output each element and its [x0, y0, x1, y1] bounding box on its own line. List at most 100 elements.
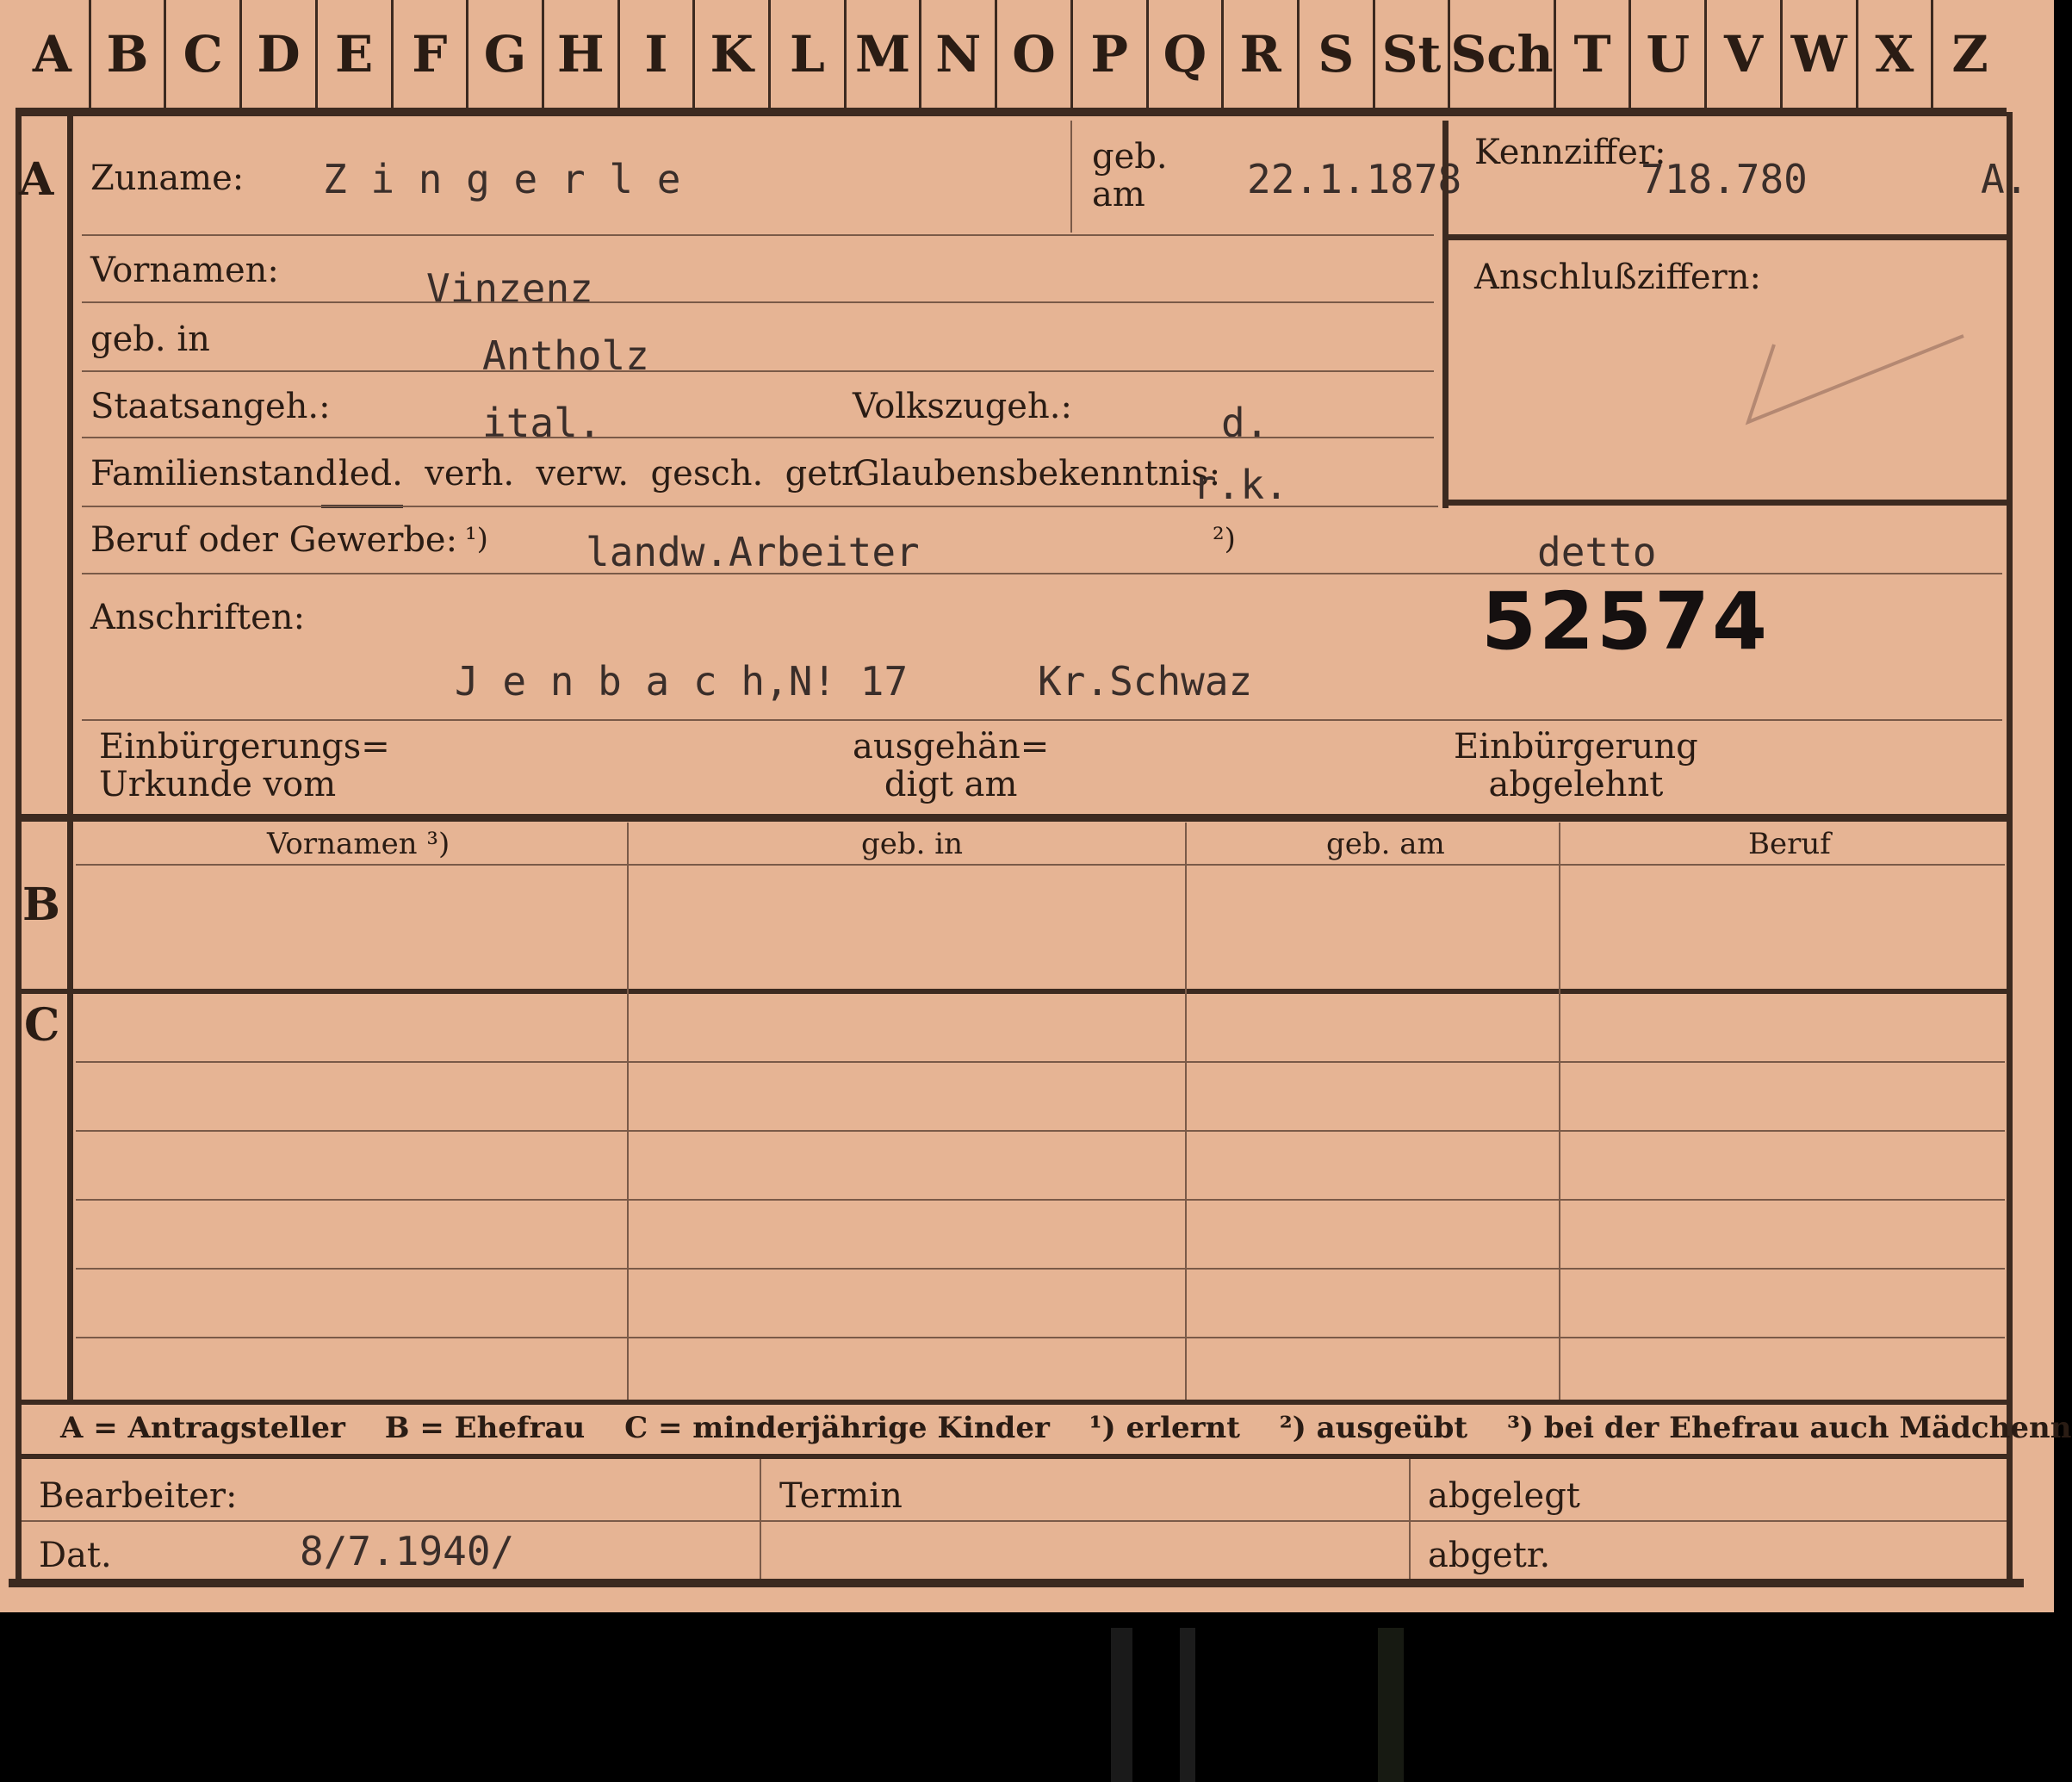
section-c-row-rule-3 — [76, 1199, 2005, 1201]
familienstand-rule — [82, 506, 1438, 507]
index-tab: W — [1783, 0, 1858, 108]
column-header-geb-in: geb. in — [861, 827, 964, 861]
beruf-rule — [82, 573, 2002, 574]
kennziffer-box-left — [1442, 121, 1449, 508]
column-divider-1 — [627, 823, 629, 1400]
bearbeiter-label: Bearbeiter: — [39, 1476, 238, 1516]
index-tab: P — [1073, 0, 1149, 108]
left-frame — [16, 112, 22, 1585]
index-tab: G — [468, 0, 544, 108]
abgelegt-label: abgelegt — [1428, 1476, 1580, 1516]
index-tab: K — [695, 0, 772, 108]
glaubensbekenntnis-value: r.k. — [1193, 462, 1288, 508]
alphabet-index-tabs: A B C D E F G H I K L M N O P Q R S St Sch T U V W X Z — [16, 0, 2007, 108]
stamp-number: 52574 — [1481, 575, 1771, 667]
anschriften-label: Anschriften: — [90, 598, 306, 637]
legend-bottom-rule — [16, 1454, 2012, 1459]
legend-item-kinder: C = minderjährige Kinder — [624, 1411, 1050, 1445]
anschlussziffern-label: Anschlußziffern: — [1474, 258, 1761, 297]
section-b-bottom-rule — [16, 989, 2012, 994]
kennziffer-value: 718.780 — [1641, 156, 1808, 202]
index-tab: L — [771, 0, 847, 108]
legend-item-ausgeuebt: ²) ausgeübt — [1279, 1411, 1468, 1445]
index-tab: T — [1556, 0, 1632, 108]
beruf-erlernt-value: landw.Arbeiter — [586, 529, 920, 575]
kennziffer-box-rule — [1442, 234, 2007, 240]
section-a-bottom-rule — [16, 814, 2012, 822]
column-divider-2 — [1185, 823, 1187, 1400]
beruf-note-1: ¹) — [465, 522, 488, 556]
legend-item-antragsteller: A = Antragsteller — [60, 1411, 345, 1445]
check-mark-icon — [1745, 334, 1964, 425]
background-shadow — [1180, 1628, 1195, 1782]
index-tab: H — [544, 0, 620, 108]
column-header-geb-am: geb. am — [1326, 827, 1445, 861]
index-tab: V — [1707, 0, 1783, 108]
index-tab: C — [166, 0, 243, 108]
einbuergerungsurkunde-label: Einbürgerungs= Urkunde vom — [99, 727, 390, 804]
index-tab: St — [1375, 0, 1451, 108]
dat-value: 8/7.1940/ — [300, 1528, 515, 1574]
table-bottom-rule — [16, 1400, 2012, 1405]
left-section-rule-a — [67, 112, 73, 818]
dat-label: Dat. — [39, 1536, 112, 1575]
index-tab: U — [1631, 0, 1708, 108]
legend-item-erlernt: ¹) erlernt — [1089, 1411, 1240, 1445]
vornamen-label: Vornamen: — [90, 251, 279, 290]
geb-am-value: 22.1.1878 — [1247, 156, 1462, 202]
index-tab: S — [1300, 0, 1375, 108]
ausgehaendigt-label: ausgehän= digt am — [853, 727, 1050, 804]
zuname-label: Zuname: — [90, 158, 245, 198]
kennziffer-box-bottom — [1442, 500, 2007, 506]
column-header-vornamen: Vornamen ³) — [267, 827, 450, 861]
registration-card: A B C D E F G H I K L M N O P Q R S St Sch T U V W X Z A Zuname: … — [0, 0, 2072, 1612]
index-tab: R — [1224, 0, 1300, 108]
column-header-rule — [76, 864, 2005, 866]
beruf-note-2: ²) — [1213, 522, 1236, 556]
index-tab: F — [394, 0, 469, 108]
index-tab: B — [91, 0, 167, 108]
glaubensbekenntnis-label: Glaubensbekenntnis: — [853, 454, 1221, 494]
beruf-label: Beruf oder Gewerbe: — [90, 520, 458, 560]
anschrift-kreis: Kr.Schwaz — [1038, 658, 1253, 705]
vornamen-rule — [82, 301, 1434, 303]
geb-in-rule — [82, 370, 1434, 372]
section-c-letter: C — [24, 999, 60, 1052]
kennziffer-label: Kennziffer: — [1474, 133, 1666, 172]
legend-item-maedchenname: ³) bei der Ehefrau auch Mädchenname — [1506, 1411, 2072, 1445]
staatsangeh-label: Staatsangeh.: — [90, 387, 331, 426]
zuname-value: Z i n g e r l e — [323, 156, 681, 202]
footer-mid-rule — [22, 1520, 2007, 1522]
background-shadow — [1111, 1628, 1132, 1782]
familienstand-options: led. verh. verw. gesch. getr. — [338, 454, 865, 494]
card-bottom-rule — [9, 1579, 2024, 1587]
legend: A = Antragsteller B = Ehefrau C = minder… — [60, 1411, 2072, 1445]
index-tab: Q — [1149, 0, 1225, 108]
index-tab: N — [921, 0, 998, 108]
volkszugeh-label: Volkszugeh.: — [853, 387, 1072, 426]
section-c-row-rule-4 — [76, 1268, 2005, 1270]
termin-label: Termin — [779, 1476, 903, 1516]
geb-in-label: geb. in — [90, 320, 210, 359]
index-tab: X — [1858, 0, 1934, 108]
tabs-bottom-rule — [16, 108, 2007, 116]
index-tab: I — [620, 0, 696, 108]
index-tab: Z — [1951, 24, 1988, 84]
section-b-letter: B — [22, 879, 60, 931]
section-c-row-rule-5 — [76, 1337, 2005, 1338]
familienstand-label: Familienstand: — [90, 454, 349, 494]
einbuergerung-abgelehnt-label: Einbürgerung abgelehnt — [1454, 727, 1698, 804]
right-frame — [2007, 112, 2013, 1585]
abgetr-label: abgetr. — [1428, 1536, 1551, 1575]
geb-am-label: geb. am — [1092, 137, 1168, 214]
section-c-row-rule-1 — [76, 1061, 2005, 1063]
index-tab: O — [997, 0, 1073, 108]
anschriften-rule — [82, 719, 2002, 721]
footer-divider-2 — [1409, 1459, 1411, 1580]
column-divider-3 — [1559, 823, 1560, 1400]
index-tab: M — [847, 0, 922, 108]
section-a-letter: A — [19, 153, 54, 206]
geb-am-divider — [1070, 121, 1072, 233]
index-tab: A — [16, 0, 91, 108]
staatsangeh-rule — [82, 437, 1434, 438]
